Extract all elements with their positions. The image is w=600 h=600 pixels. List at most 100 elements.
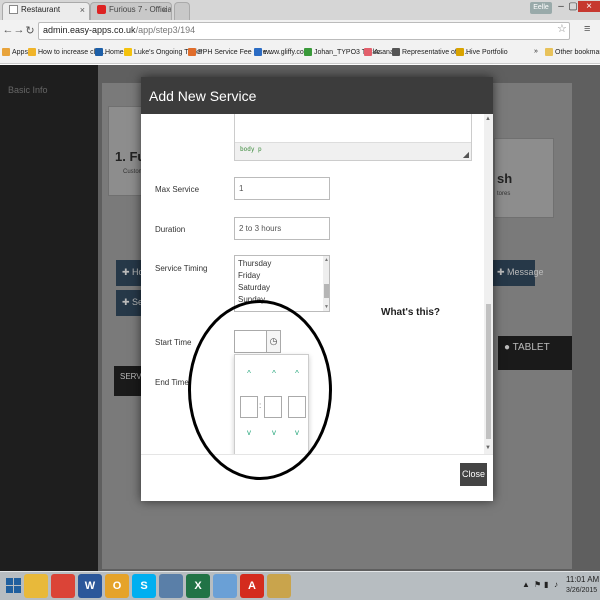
scroll-up-arrow-icon[interactable]: ▲ [324, 257, 329, 263]
bookmark-icon [254, 48, 262, 56]
tab-restaurant[interactable]: Restaurant × [2, 2, 90, 20]
folder-icon [545, 48, 553, 56]
clock-time[interactable]: 11:01 AM [566, 575, 599, 584]
user-badge[interactable]: Eelle [530, 2, 552, 14]
bookmark-icon [124, 48, 132, 56]
hour-decrement-chevron-down-icon[interactable]: v [244, 428, 254, 437]
tab-furious-7[interactable]: Furious 7 - Official Traile × [90, 2, 172, 20]
other-bookmarks-folder[interactable]: Other bookmarks [545, 48, 600, 56]
list-option[interactable]: Thursday [238, 259, 271, 268]
time-picker-popup: ^ ^ ^ : v v v [234, 354, 309, 454]
clock-date[interactable]: 3/26/2015 [566, 587, 597, 594]
tray-flag-icon[interactable]: ⚑ [534, 580, 541, 589]
btn-label: Message [507, 267, 544, 277]
url-host: admin.easy-apps.co.uk [43, 25, 136, 35]
modal-scroll-thumb[interactable] [486, 304, 491, 439]
period-increment-chevron-up-icon[interactable]: ^ [292, 369, 302, 378]
new-tab-button[interactable] [174, 2, 190, 20]
windows-start-icon[interactable] [6, 578, 22, 594]
url-path: /app/step3/194 [135, 25, 196, 35]
modal-header: Add New Service [141, 77, 493, 114]
list-option[interactable]: Saturday [238, 283, 270, 292]
list-option[interactable]: Sunday [238, 295, 265, 304]
duration-label: Duration [155, 225, 186, 234]
bookmark-icon [392, 48, 400, 56]
max-service-label: Max Service [155, 185, 200, 194]
start-time-input[interactable] [234, 330, 267, 353]
sidebar-item-basic-info[interactable]: Basic Info [8, 85, 48, 95]
editor-status-bar: body p ◢ [235, 142, 471, 160]
tray-network-icon[interactable]: ▮ [544, 580, 548, 589]
bookmark-item[interactable]: Apps [2, 48, 28, 56]
bookmark-label: www.gliffy.com [264, 48, 310, 56]
bookmark-icon [304, 48, 312, 56]
period-field[interactable] [288, 396, 306, 418]
service-timing-listbox[interactable]: Thursday Friday Saturday Sunday ▲ ▼ [234, 255, 330, 312]
listbox-scroll-thumb[interactable] [324, 284, 329, 298]
add-service-modal: Add New Service body p ◢ Max Service 1 D… [141, 77, 493, 501]
taskbar-outlook-icon[interactable]: O [105, 574, 129, 598]
bookmark-icon [188, 48, 196, 56]
taskbar-chrome-icon[interactable] [51, 574, 75, 598]
taskbar-document-icon[interactable] [159, 574, 183, 598]
close-button[interactable]: Close [460, 463, 487, 486]
description-editor[interactable]: body p ◢ [234, 114, 472, 161]
close-icon[interactable]: × [80, 5, 85, 15]
list-option[interactable]: Friday [238, 271, 260, 280]
service-label-bg: SERVICE [114, 366, 155, 396]
taskbar-paint-icon[interactable] [267, 574, 291, 598]
taskbar-acrobat-icon[interactable]: A [240, 574, 264, 598]
duration-input[interactable]: 2 to 3 hours [234, 217, 330, 240]
service-timing-label: Service Timing [155, 264, 208, 273]
max-service-input[interactable]: 1 [234, 177, 330, 200]
bookmarks-overflow-icon[interactable]: » [534, 48, 538, 55]
bookmark-icon [2, 48, 10, 56]
time-separator: : [259, 401, 262, 410]
bookmark-star-icon[interactable]: ☆ [557, 22, 567, 35]
taskbar-folder-icon[interactable] [24, 574, 48, 598]
bookmark-item[interactable]: Asana [364, 48, 394, 56]
resize-grip-icon[interactable]: ◢ [463, 150, 469, 159]
reload-button[interactable]: ↻ [24, 24, 36, 37]
whats-this-help[interactable]: What's this? [381, 307, 440, 318]
scroll-up-arrow-icon[interactable]: ▲ [485, 116, 491, 122]
bookmark-item[interactable]: Home [95, 48, 124, 56]
tray-volume-icon[interactable]: ♪ [554, 580, 558, 589]
hour-field[interactable] [240, 396, 258, 418]
period-decrement-chevron-down-icon[interactable]: v [292, 428, 302, 437]
clock-icon[interactable]: ◷ [267, 330, 281, 353]
bookmark-item[interactable]: Hive Portfolio [456, 48, 508, 56]
url-input[interactable]: admin.easy-apps.co.uk/app/step3/194 [38, 22, 570, 40]
home-button-bg: ✚ Hom [116, 260, 151, 286]
close-icon[interactable]: × [162, 5, 167, 15]
modal-footer: Close [141, 454, 493, 501]
hour-increment-chevron-up-icon[interactable]: ^ [244, 369, 254, 378]
minute-field[interactable] [264, 396, 282, 418]
scroll-down-arrow-icon[interactable]: ▼ [324, 304, 329, 310]
taskbar-word-icon[interactable]: W [78, 574, 102, 598]
bookmark-icon [456, 48, 464, 56]
bookmark-icon [364, 48, 372, 56]
bookmark-label: Asana [374, 48, 394, 56]
minute-decrement-chevron-down-icon[interactable]: v [269, 428, 279, 437]
chrome-menu-icon[interactable]: ≡ [584, 23, 590, 35]
start-time-label: Start Time [155, 338, 192, 347]
taskbar-excel-icon[interactable]: X [186, 574, 210, 598]
bookmark-item[interactable]: www.gliffy.com [254, 48, 310, 56]
tray-up-arrow-icon[interactable]: ▲ [522, 580, 530, 589]
browser-tab-strip: Restaurant × Furious 7 - Official Traile… [0, 0, 600, 20]
other-bookmarks-label: Other bookmarks [555, 48, 600, 56]
taskbar-skype-icon[interactable]: S [132, 574, 156, 598]
bookmark-label: Apps [12, 48, 28, 56]
end-time-label: End Time [155, 378, 189, 387]
taskbar-onenote-icon[interactable] [213, 574, 237, 598]
scroll-down-arrow-icon[interactable]: ▼ [485, 445, 491, 451]
page-icon [9, 5, 18, 15]
bookmark-icon [95, 48, 103, 56]
tab-title: Restaurant [21, 5, 61, 14]
window-close-button[interactable]: × [578, 1, 600, 12]
minute-increment-chevron-up-icon[interactable]: ^ [269, 369, 279, 378]
bookmark-icon [28, 48, 36, 56]
service-button-bg: ✚ Serv [116, 290, 151, 316]
tablet-label: TABLET [512, 342, 550, 353]
